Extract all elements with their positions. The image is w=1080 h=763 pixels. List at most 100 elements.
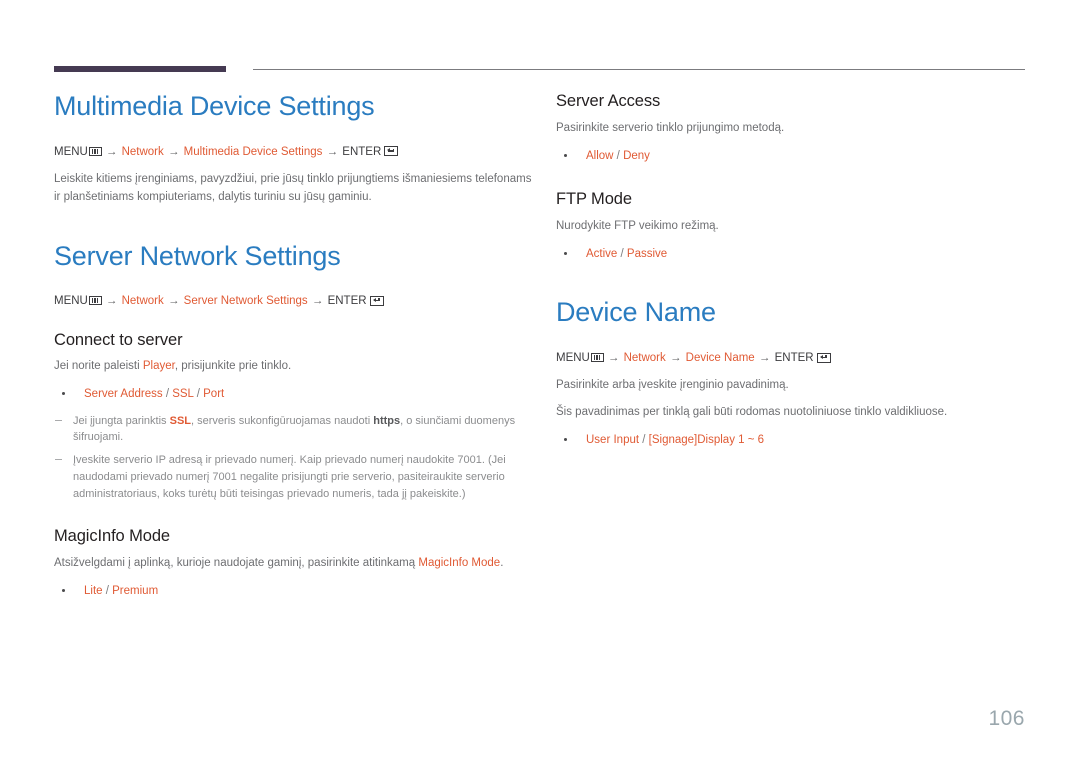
note-item-port: Įveskite serverio IP adresą ir prievado … bbox=[54, 452, 534, 502]
subsection-magicinfo-mode: MagicInfo Mode Atsižvelgdami į aplinką, … bbox=[54, 527, 534, 600]
paragraph-device-name-2: Šis pavadinimas per tinklą gali būti rod… bbox=[556, 406, 948, 419]
option-passive: Passive bbox=[626, 247, 668, 260]
list-item: Active / Passive bbox=[556, 245, 1026, 263]
option-lite: Lite bbox=[84, 585, 103, 598]
note-item-ssl: Jei įjungta parinktis SSL, serveris suko… bbox=[54, 413, 534, 446]
heading-server-network-settings: Server Network Settings bbox=[54, 240, 341, 271]
paragraph-text-pre: Atsižvelgdami į aplinką, kurioje naudoja… bbox=[54, 557, 419, 570]
arrow-glyph-1: → bbox=[105, 145, 118, 158]
menu-path-device-name: MENU → Network → Device Name → ENTER bbox=[556, 350, 1026, 367]
menu-grid-icon bbox=[88, 146, 102, 156]
enter-return-icon bbox=[384, 146, 399, 157]
highlight-magicinfo-mode: MagicInfo Mode bbox=[418, 557, 501, 570]
paragraph-text-post: . bbox=[500, 557, 504, 570]
note-highlight-ssl: SSL bbox=[169, 414, 192, 427]
left-column: Multimedia Device Settings MENU → Network… bbox=[54, 91, 534, 609]
paragraph-ftp-mode: Nurodykite FTP veikimo režimą. bbox=[556, 220, 719, 233]
arrow-glyph-3: → bbox=[326, 145, 339, 158]
heading-server-access: Server Access bbox=[556, 92, 661, 110]
option-list-connect-to-server: Server Address / SSL / Port bbox=[54, 385, 534, 403]
bullet-dot-icon bbox=[564, 437, 567, 441]
menu-grid-icon bbox=[590, 353, 604, 363]
option-signage-display: [Signage]Display 1 ~ 6 bbox=[648, 433, 765, 446]
note-list-connect-to-server: Jei įjungta parinktis SSL, serveris suko… bbox=[54, 413, 534, 503]
right-column: Server Access Pasirinkite serverio tinkl… bbox=[556, 92, 1026, 458]
enter-return-icon bbox=[369, 295, 384, 306]
option-deny: Deny bbox=[623, 149, 650, 162]
menu-grid-icon bbox=[88, 296, 102, 306]
option-premium: Premium bbox=[112, 585, 159, 598]
bullet-dot-icon bbox=[62, 589, 65, 593]
menu-step-multimedia-device-settings: Multimedia Device Settings bbox=[183, 145, 323, 158]
option-user-input: User Input bbox=[586, 433, 640, 446]
menu-label: MENU bbox=[54, 145, 88, 158]
menu-step-network: Network bbox=[121, 145, 164, 158]
subsection-spacer-2 bbox=[54, 511, 534, 527]
subsection-ftp-mode: FTP Mode Nurodykite FTP veikimo režimą. … bbox=[556, 190, 1026, 263]
heading-ftp-mode: FTP Mode bbox=[556, 190, 632, 209]
note-dash-icon bbox=[55, 459, 62, 461]
list-item: Allow / Deny bbox=[556, 147, 1026, 165]
section-device-name: Device Name MENU → Network → Device Name … bbox=[556, 298, 1026, 449]
menu-step-device-name: Device Name bbox=[685, 352, 755, 365]
menu-step-server-network-settings: Server Network Settings bbox=[183, 295, 308, 308]
note-bold-https: https bbox=[373, 414, 401, 427]
right-section-spacer-1 bbox=[556, 174, 1026, 190]
option-separator-2: / bbox=[193, 388, 204, 401]
note-text-mid: , serveris sukonfigūruojamas naudoti bbox=[191, 414, 374, 427]
enter-label: ENTER bbox=[774, 352, 814, 365]
heading-device-name: Device Name bbox=[556, 297, 716, 328]
bullet-dot-icon bbox=[62, 392, 65, 396]
menu-label: MENU bbox=[556, 352, 590, 365]
subsection-server-access: Server Access Pasirinkite serverio tinkl… bbox=[556, 92, 1026, 165]
enter-label: ENTER bbox=[327, 295, 367, 308]
arrow-glyph-1: → bbox=[105, 295, 118, 308]
option-allow: Allow bbox=[586, 149, 614, 162]
arrow-glyph-2: → bbox=[167, 295, 180, 308]
menu-label: MENU bbox=[54, 295, 88, 308]
option-list-server-access: Allow / Deny bbox=[556, 147, 1026, 165]
option-active: Active bbox=[586, 247, 618, 260]
heading-multimedia-device-settings: Multimedia Device Settings bbox=[54, 91, 375, 121]
bullet-dot-icon bbox=[564, 153, 567, 157]
paragraph-magicinfo-mode: Atsižvelgdami į aplinką, kurioje naudoja… bbox=[54, 555, 534, 573]
section-spacer-1 bbox=[54, 216, 534, 242]
paragraph-device-name-1: Pasirinkite arba įveskite įrenginio pava… bbox=[556, 379, 789, 392]
bullet-dot-icon bbox=[564, 251, 567, 255]
arrow-glyph-2: → bbox=[167, 145, 180, 158]
heading-magicinfo-mode: MagicInfo Mode bbox=[54, 527, 170, 546]
page-content: Multimedia Device Settings MENU → Network… bbox=[0, 0, 1080, 763]
option-separator-1: / bbox=[613, 149, 624, 162]
option-port: Port bbox=[203, 388, 225, 401]
note-text-port: Įveskite serverio IP adresą ir prievado … bbox=[73, 454, 506, 500]
list-item: Server Address / SSL / Port bbox=[54, 385, 534, 403]
right-section-spacer-2 bbox=[556, 272, 1026, 298]
arrow-glyph-3: → bbox=[311, 295, 324, 308]
subsection-spacer-1 bbox=[54, 321, 534, 331]
option-list-ftp-mode: Active / Passive bbox=[556, 245, 1026, 263]
heading-connect-to-server: Connect to server bbox=[54, 330, 183, 349]
option-list-magicinfo-mode: Lite / Premium bbox=[54, 582, 534, 600]
page-number: 106 bbox=[988, 707, 1025, 730]
enter-return-icon bbox=[816, 352, 831, 363]
option-separator-1: / bbox=[162, 388, 173, 401]
option-server-address: Server Address bbox=[84, 388, 163, 401]
highlight-player: Player bbox=[142, 360, 175, 373]
section-server-network-settings: Server Network Settings MENU → Network → … bbox=[54, 240, 534, 601]
menu-step-network: Network bbox=[623, 352, 666, 365]
enter-label: ENTER bbox=[342, 145, 382, 158]
list-item: User Input / [Signage]Display 1 ~ 6 bbox=[556, 431, 1026, 449]
paragraph-connect-to-server: Jei norite paleisti Player, prisijunkite… bbox=[54, 358, 534, 376]
paragraph-server-access: Pasirinkite serverio tinklo prijungimo m… bbox=[556, 121, 785, 134]
note-text-pre: Jei įjungta parinktis bbox=[73, 414, 170, 427]
subsection-connect-to-server: Connect to server Jei norite paleisti Pl… bbox=[54, 331, 534, 503]
option-list-device-name: User Input / [Signage]Display 1 ~ 6 bbox=[556, 431, 1026, 449]
paragraph-text-pre: Jei norite paleisti bbox=[54, 360, 143, 373]
menu-path-server-network-settings: MENU → Network → Server Network Settings … bbox=[54, 293, 534, 310]
arrow-glyph-3: → bbox=[758, 352, 771, 365]
list-item: Lite / Premium bbox=[54, 582, 534, 600]
note-dash-icon bbox=[55, 419, 62, 421]
menu-step-network: Network bbox=[121, 295, 164, 308]
menu-path-multimedia-device-settings: MENU → Network → Multimedia Device Settin… bbox=[54, 144, 534, 161]
option-ssl: SSL bbox=[172, 388, 194, 401]
